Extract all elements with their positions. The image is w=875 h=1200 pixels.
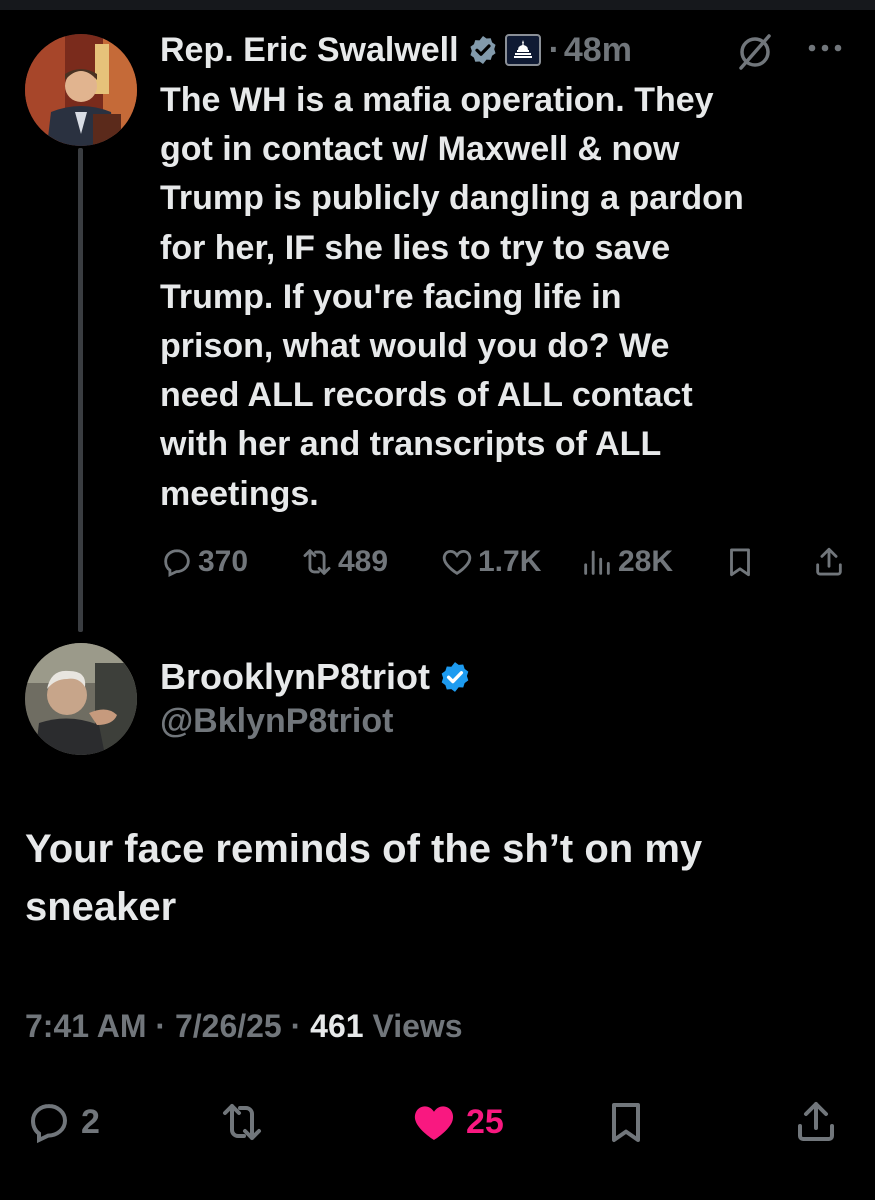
views-icon [584,550,610,575]
reply-meta: 7:41 AM · 7/26/25 · 461 Views [25,1008,463,1045]
more-icon[interactable] [804,32,846,64]
repost-icon [303,549,331,575]
verified-blue-badge-icon [438,660,472,694]
parent-share-button[interactable] [812,540,846,584]
parent-bookmark-button[interactable] [723,540,757,584]
reply-repost-button[interactable] [218,1090,274,1154]
header-separator: · [548,30,560,69]
reply-tweet-text: Your face reminds of the sh’t on my snea… [25,827,703,929]
reply-date[interactable]: 7/26/25 [175,1008,282,1044]
reply-reply-count: 2 [81,1102,100,1141]
parent-tweet-text: The WH is a mafia operation. They got in… [160,81,744,513]
brooklynp8triot-avatar[interactable] [25,643,137,755]
like-filled-icon [414,1106,454,1140]
reply-reply-button[interactable]: 2 [25,1090,100,1154]
parent-reply-count: 370 [198,545,249,578]
grok-icon[interactable] [735,32,775,72]
reply-author-row: BrooklynP8triot [160,656,472,698]
like-icon [442,549,472,575]
meta-dot-1: · [155,1008,167,1044]
reply-icon [164,549,190,577]
swalwell-avatar[interactable] [25,34,137,146]
reply-views-label: Views [372,1008,463,1044]
top-bar [0,0,875,10]
reply-like-button[interactable]: 25 [410,1090,504,1154]
parent-like-count: 1.7K [478,545,542,578]
verified-gray-badge-icon [467,34,499,66]
repost-icon [223,1104,261,1140]
reply-like-count: 25 [466,1102,504,1141]
bookmark-icon [612,1103,640,1142]
parent-views-button[interactable]: 28K [580,540,673,584]
parent-repost-count: 489 [338,545,389,578]
parent-repost-button[interactable]: 489 [300,540,388,584]
parent-views-count: 28K [618,545,674,578]
parent-like-button[interactable]: 1.7K [440,540,541,584]
reply-views-count: 461 [310,1008,364,1044]
capitol-icon [504,34,541,66]
parent-author-name[interactable]: Rep. Eric Swalwell [160,31,459,70]
share-icon [798,1102,834,1141]
reply-time[interactable]: 7:41 AM [25,1008,147,1044]
parent-reply-button[interactable]: 370 [160,540,248,584]
reply-author-handle[interactable]: @BklynP8triot [160,702,393,741]
thread-line [78,148,83,632]
parent-header: Rep. Eric Swalwell · 48m [160,28,632,72]
reply-bookmark-button[interactable] [602,1090,658,1154]
parent-time[interactable]: 48m [564,31,632,70]
meta-dot-2: · [290,1008,302,1044]
reply-icon [30,1104,68,1144]
reply-share-button[interactable] [792,1090,848,1154]
share-icon [816,547,842,576]
parent-action-bar: 370 489 1.7K 28K [160,540,850,584]
reply-action-bar: 2 25 [0,1090,875,1154]
reply-author-name[interactable]: BrooklynP8triot [160,656,430,698]
bookmark-icon [730,548,750,577]
